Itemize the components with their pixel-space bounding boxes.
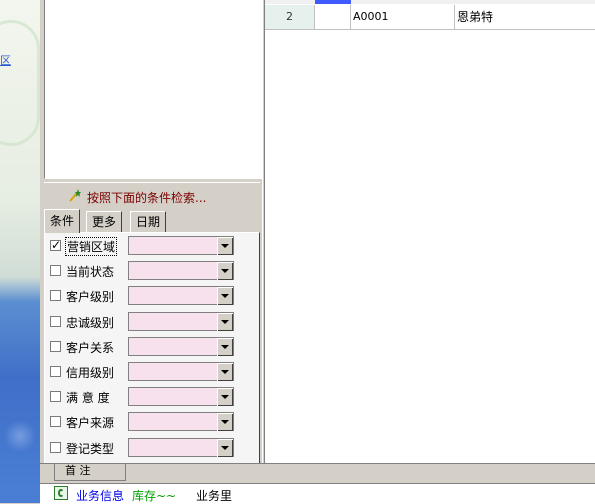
chevron-down-icon[interactable] <box>217 262 233 280</box>
registration-type-select[interactable] <box>128 438 234 457</box>
chevron-down-icon[interactable] <box>217 413 233 431</box>
tree-view[interactable] <box>44 0 262 179</box>
chevron-down-icon[interactable] <box>217 287 233 305</box>
row-number-cell[interactable]: 2 <box>265 5 315 29</box>
filter-label: 当前状态 <box>66 265 115 279</box>
satisfaction-checkbox[interactable] <box>50 391 61 402</box>
refresh-icon[interactable] <box>54 486 68 500</box>
status-text-business: 业务里 <box>196 489 233 503</box>
selected-column-header[interactable] <box>315 0 351 4</box>
magic-wand-icon <box>69 189 81 202</box>
search-label: 按照下面的条件检索... <box>87 191 207 205</box>
loyalty-select[interactable] <box>128 312 234 331</box>
tab-more[interactable]: 更多 <box>86 211 123 232</box>
filter-label: 客户来源 <box>66 416 115 430</box>
filter-row-relationship: 客户关系 <box>48 337 238 357</box>
tab-date[interactable]: 日期 <box>130 211 167 232</box>
source-checkbox[interactable] <box>50 416 61 427</box>
filter-row-loyalty: 忠诚级别 <box>48 312 238 332</box>
chevron-down-icon[interactable] <box>217 237 233 255</box>
customer-code-cell[interactable]: A0001 <box>351 5 455 29</box>
desktop-logo-icon <box>0 20 40 146</box>
filter-row-status: 当前状态 <box>48 261 238 281</box>
filter-label: 客户级别 <box>66 290 115 304</box>
search-button[interactable]: 按照下面的条件检索... <box>44 182 260 209</box>
filter-label: 满 意 度 <box>66 391 110 405</box>
desktop-background: 区 <box>0 0 40 503</box>
credit-select[interactable] <box>128 362 234 381</box>
filter-label: 忠诚级别 <box>66 316 115 330</box>
status-checkbox[interactable] <box>50 265 61 276</box>
filter-label: 营销区域 <box>65 237 118 256</box>
grid-header <box>265 0 595 4</box>
table-row[interactable]: 2 A0001 恩弟特 <box>265 5 595 30</box>
filter-row-region: ✓ 营销区域 <box>48 236 238 256</box>
chevron-down-icon[interactable] <box>217 313 233 331</box>
status-link-inventory[interactable]: 库存~~ <box>132 487 176 504</box>
desktop-flare <box>4 420 36 452</box>
status-bar: 业务信息 库存~~ 业务里 <box>40 483 595 504</box>
region-checkbox[interactable]: ✓ <box>50 238 61 252</box>
customer-level-select[interactable] <box>128 286 234 305</box>
filter-row-credit: 信用级别 <box>48 362 238 382</box>
table-cell[interactable] <box>315 5 351 29</box>
filter-label: 信用级别 <box>66 366 115 380</box>
region-select[interactable] <box>128 236 234 255</box>
source-select[interactable] <box>128 412 234 431</box>
chevron-down-icon[interactable] <box>217 338 233 356</box>
chevron-down-icon[interactable] <box>217 439 233 457</box>
filter-tabs: 条件 更多 日期 <box>44 209 260 233</box>
satisfaction-select[interactable] <box>128 387 234 406</box>
desktop-link[interactable]: 区 <box>0 52 11 68</box>
data-grid <box>264 0 595 465</box>
chevron-down-icon[interactable] <box>217 388 233 406</box>
status-select[interactable] <box>128 261 234 280</box>
customer-level-checkbox[interactable] <box>50 290 61 301</box>
loyalty-checkbox[interactable] <box>50 316 61 327</box>
filter-label: 客户关系 <box>66 341 115 355</box>
filter-row-registration-type: 登记类型 <box>48 438 238 458</box>
credit-checkbox[interactable] <box>50 366 61 377</box>
chevron-down-icon[interactable] <box>217 363 233 381</box>
filter-row-source: 客户来源 <box>48 412 238 432</box>
registration-type-checkbox[interactable] <box>50 442 61 453</box>
bottom-tab-strip: 首 注 <box>40 463 595 484</box>
status-link-business-info[interactable]: 业务信息 <box>76 487 124 504</box>
tab-conditions[interactable]: 条件 <box>44 209 81 233</box>
bottom-tab[interactable]: 首 注 <box>54 464 126 481</box>
filter-row-satisfaction: 满 意 度 <box>48 387 238 407</box>
filter-label: 登记类型 <box>66 442 115 456</box>
filter-row-customer-level: 客户级别 <box>48 286 238 306</box>
relationship-checkbox[interactable] <box>50 341 61 352</box>
customer-name-cell[interactable]: 恩弟特 <box>455 5 595 29</box>
relationship-select[interactable] <box>128 337 234 356</box>
